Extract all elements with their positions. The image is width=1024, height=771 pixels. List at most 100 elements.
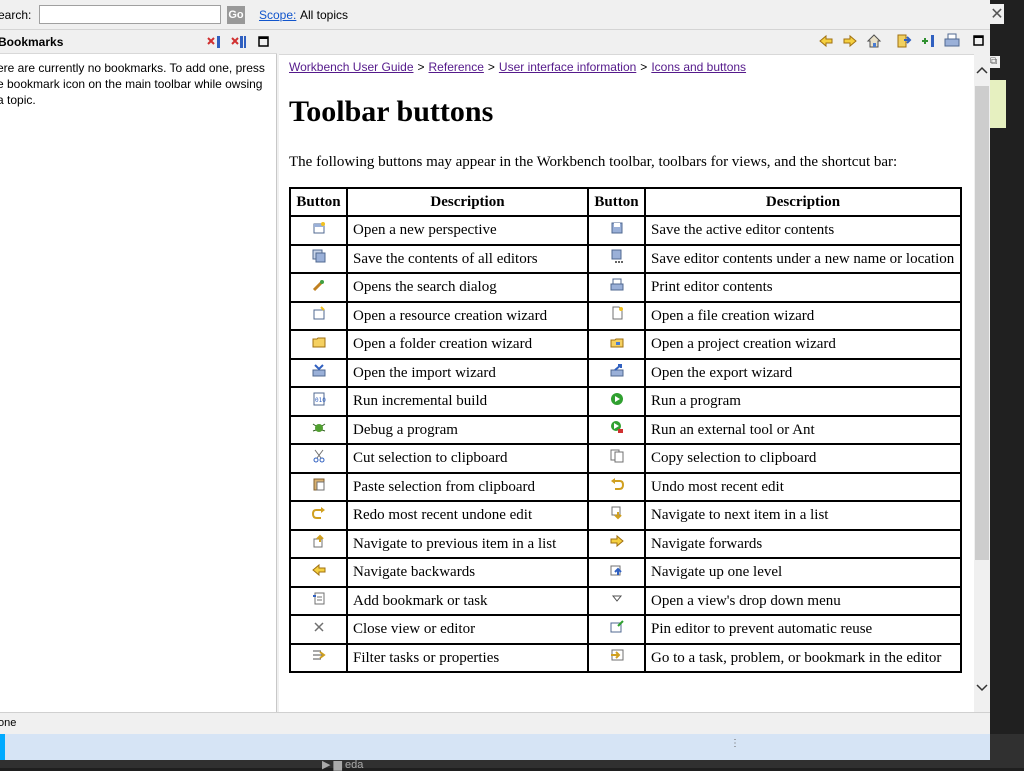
toolbar-buttons-table: Button Description Button Description Op… (289, 187, 962, 673)
search-input[interactable] (39, 5, 221, 24)
button-icon-cell (289, 300, 348, 331)
button-icon-cell (289, 642, 348, 673)
scroll-thumb[interactable] (975, 86, 989, 560)
breadcrumb-link[interactable]: User interface information (499, 60, 636, 74)
forward-icon (610, 534, 624, 548)
go-button[interactable]: Go (227, 6, 245, 24)
cut-icon (312, 449, 326, 463)
delete-bookmark-icon[interactable] (206, 34, 222, 50)
maximize-content-icon[interactable] (971, 33, 987, 49)
table-row: Save the contents of all editors Save edi… (289, 243, 962, 274)
previous-item-icon (312, 534, 326, 548)
button-icon-cell (289, 500, 348, 531)
export-icon (610, 363, 624, 377)
scope-link[interactable]: Scope: (259, 8, 296, 22)
button-icon-cell (289, 528, 348, 559)
table-row: Filter tasks or properties Go to a task, … (289, 642, 962, 673)
scroll-up-icon[interactable] (974, 64, 990, 80)
table-row: 010 Run incremental build Run a program (289, 386, 962, 417)
show-in-contents-icon[interactable] (896, 33, 912, 49)
description-cell: Open a resource creation wizard (346, 300, 589, 331)
bookmark-document-icon[interactable] (920, 33, 936, 49)
vertical-scrollbar[interactable] (974, 54, 990, 712)
grip-icon[interactable]: ⋮ (730, 738, 740, 749)
run-icon (610, 392, 624, 406)
button-icon-cell (587, 386, 646, 417)
build-icon: 010 (312, 392, 326, 406)
description-cell: Open a folder creation wizard (346, 329, 589, 360)
description-cell: Go to a task, problem, or bookmark in th… (644, 642, 962, 673)
breadcrumb-link[interactable]: Icons and buttons (651, 60, 746, 74)
table-row: Cut selection to clipboard Copy selection… (289, 443, 962, 474)
button-icon-cell (289, 585, 348, 616)
description-cell: Save the active editor contents (644, 215, 962, 246)
button-icon-cell (289, 215, 348, 246)
restore-icon[interactable]: ⧉ (990, 56, 1000, 68)
description-cell: Debug a program (346, 414, 589, 445)
description-cell: Save the contents of all editors (346, 243, 589, 274)
bookmarks-pane: Bookmarks ere are currently no bookmarks… (0, 30, 277, 734)
back-nav-icon[interactable] (818, 33, 834, 49)
content-toolbar (279, 30, 990, 54)
button-icon-cell (289, 272, 348, 303)
taskbar-folder-item[interactable]: ▶ ▆ eda (322, 758, 363, 771)
import-icon (312, 363, 326, 377)
new-folder-icon (312, 335, 326, 349)
pin-editor-icon (610, 620, 624, 634)
background-highlight (990, 80, 1006, 128)
redo-icon (311, 506, 326, 520)
description-cell: Undo most recent edit (644, 471, 962, 502)
button-icon-cell (289, 443, 348, 474)
svg-text:010: 010 (315, 397, 326, 404)
table-row: Open the import wizard Open the export wi… (289, 357, 962, 388)
breadcrumb-link[interactable]: Workbench User Guide (289, 60, 414, 74)
table-header-row: Button Description Button Description (289, 187, 962, 217)
button-icon-cell (587, 357, 646, 388)
button-icon-cell (587, 557, 646, 588)
paste-icon (312, 477, 326, 491)
description-cell: Open a file creation wizard (644, 300, 962, 331)
breadcrumb-link[interactable]: Reference (429, 60, 484, 74)
description-cell: Run a program (644, 386, 962, 417)
description-cell: Add bookmark or task (346, 585, 589, 616)
button-icon-cell (587, 585, 646, 616)
forward-nav-icon[interactable] (842, 33, 858, 49)
button-icon-cell (289, 614, 348, 645)
description-cell: Run incremental build (346, 386, 589, 417)
description-cell: Close view or editor (346, 614, 589, 645)
taskbar-accent (0, 734, 5, 760)
bookmarks-empty-message: ere are currently no bookmarks. To add o… (0, 61, 265, 107)
button-icon-cell (587, 642, 646, 673)
description-cell: Redo most recent undone edit (346, 500, 589, 531)
description-cell: Navigate up one level (644, 557, 962, 588)
column-header: Description (346, 187, 589, 217)
description-cell: Open a view's drop down menu (644, 585, 962, 616)
save-all-icon (312, 249, 326, 263)
scope-value: All topics (300, 8, 349, 22)
description-cell: Open the export wizard (644, 357, 962, 388)
button-icon-cell (289, 471, 348, 502)
table-row: Open a folder creation wizard Open a proj… (289, 329, 962, 360)
print-page-icon[interactable] (944, 33, 960, 49)
close-icon[interactable]: ✕ (990, 4, 1004, 24)
scroll-down-icon[interactable] (974, 682, 990, 698)
description-cell: Paste selection from clipboard (346, 471, 589, 502)
home-icon[interactable] (866, 33, 882, 49)
intro-text: The following buttons may appear in the … (289, 154, 898, 170)
breadcrumb-separator: > (417, 60, 425, 74)
maximize-icon[interactable] (256, 34, 272, 50)
description-cell: Navigate to previous item in a list (346, 528, 589, 559)
table-row: Paste selection from clipboard Undo most … (289, 471, 962, 502)
button-icon-cell (289, 243, 348, 274)
button-icon-cell (587, 614, 646, 645)
delete-all-bookmarks-icon[interactable] (231, 34, 247, 50)
description-cell: Pin editor to prevent automatic reuse (644, 614, 962, 645)
save-icon (610, 221, 624, 235)
status-text: one (0, 717, 17, 729)
button-icon-cell (587, 300, 646, 331)
debug-icon (312, 420, 326, 434)
status-bar: one (0, 712, 990, 734)
add-bookmark-icon (312, 591, 326, 605)
column-header: Button (587, 187, 646, 217)
description-cell: Filter tasks or properties (346, 642, 589, 673)
